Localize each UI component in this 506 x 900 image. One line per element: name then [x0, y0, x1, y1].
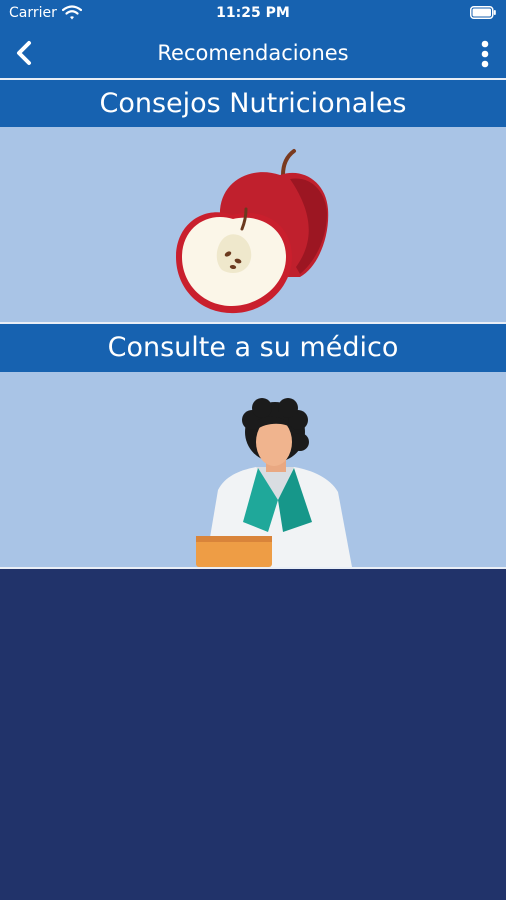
apple-illustration	[176, 149, 329, 314]
more-vertical-icon[interactable]	[478, 40, 492, 68]
doctor-illustration	[196, 398, 352, 567]
navigation-bar: Recomendaciones	[0, 28, 506, 78]
divider	[0, 567, 506, 569]
nutrition-panel[interactable]	[0, 127, 506, 322]
page-title: Recomendaciones	[157, 41, 349, 65]
section-header-doctor[interactable]: Consulte a su médico	[0, 324, 506, 372]
status-time: 11:25 PM	[216, 5, 290, 21]
doctor-panel[interactable]	[0, 372, 506, 567]
section-header-nutrition[interactable]: Consejos Nutricionales	[0, 80, 506, 127]
battery-icon	[470, 6, 496, 19]
status-bar: Carrier 11:25 PM	[0, 0, 506, 28]
